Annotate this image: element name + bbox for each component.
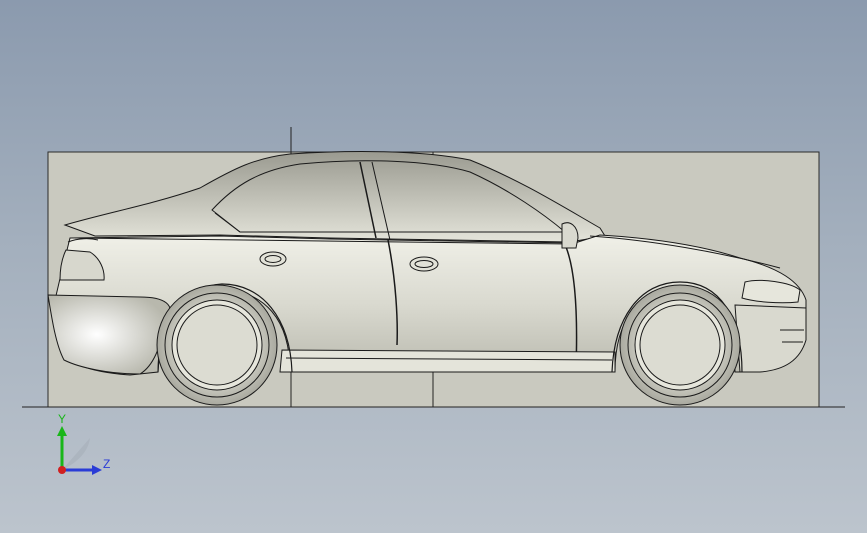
side-skirt: [279, 349, 616, 373]
front-wheel: [619, 284, 741, 406]
front-door-handle: [409, 256, 439, 272]
coordinate-triad[interactable]: Y Z: [48, 412, 118, 482]
graphics-viewport[interactable]: Y Z: [0, 0, 867, 533]
triad-base-shadow: [62, 438, 90, 470]
rear-wheel: [156, 284, 278, 406]
car-side-view-model[interactable]: [0, 0, 867, 533]
triad-origin: [58, 466, 66, 474]
y-axis-label: Y: [58, 412, 66, 426]
rear-door-handle: [259, 251, 287, 267]
z-axis-label: Z: [103, 457, 110, 471]
